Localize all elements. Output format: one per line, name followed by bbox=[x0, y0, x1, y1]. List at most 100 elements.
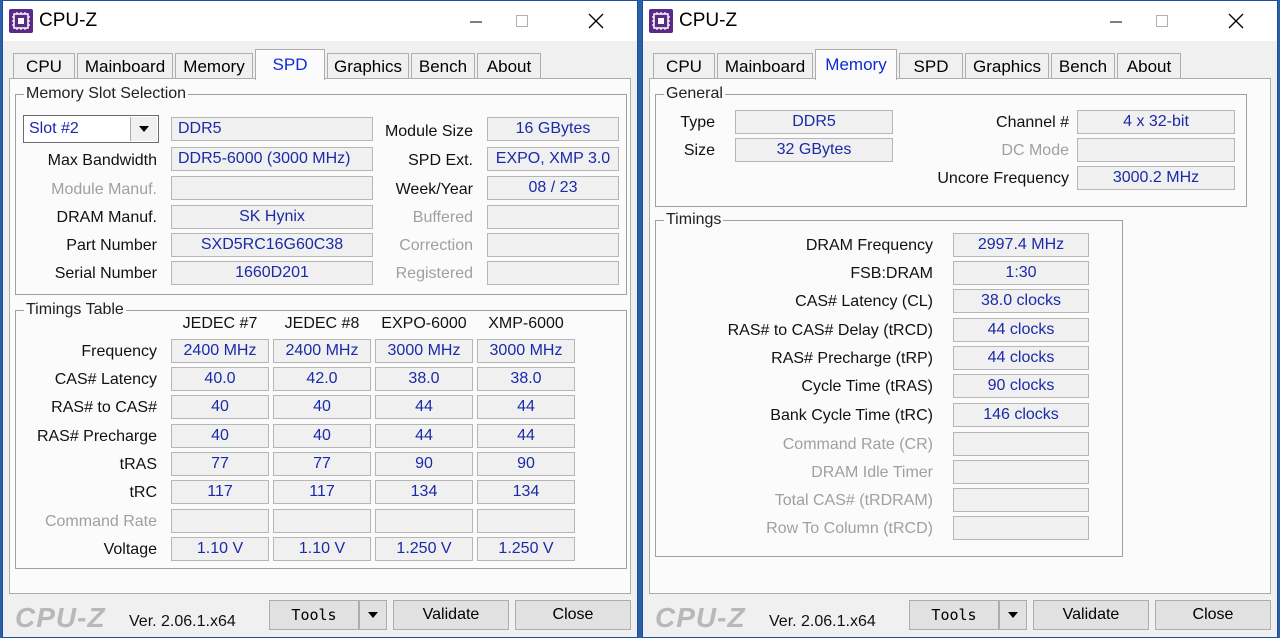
tab-bench[interactable]: Bench bbox=[411, 53, 475, 79]
timing-label: Bank Cycle Time (tRC) bbox=[770, 407, 933, 424]
timings-cell bbox=[375, 509, 473, 533]
timing-label: Total CAS# (tRDRAM) bbox=[774, 492, 933, 509]
tab-mainboard[interactable]: Mainboard bbox=[717, 53, 813, 79]
timings-cell bbox=[273, 509, 371, 533]
tab-cpu[interactable]: CPU bbox=[653, 53, 715, 79]
timings-cell bbox=[171, 509, 269, 533]
group-legend: General bbox=[666, 85, 723, 102]
minimize-icon bbox=[470, 21, 482, 23]
tools-dropdown-button[interactable] bbox=[359, 600, 387, 630]
timings-cell: 1.10 V bbox=[273, 537, 371, 561]
timing-label: DRAM Idle Timer bbox=[811, 464, 933, 481]
timing-value: 2997.4 MHz bbox=[953, 233, 1089, 257]
chevron-down-icon bbox=[368, 612, 378, 618]
timings-cell: 90 bbox=[375, 452, 473, 476]
timing-value: 90 clocks bbox=[953, 374, 1089, 398]
close-window-button[interactable] bbox=[573, 1, 619, 41]
timings-cell: 2400 MHz bbox=[273, 339, 371, 363]
module-size-value: 16 GBytes bbox=[487, 117, 619, 141]
tab-memory[interactable]: Memory bbox=[815, 49, 897, 80]
maximize-button[interactable] bbox=[499, 1, 545, 41]
timings-row-label: CAS# Latency bbox=[54, 371, 157, 388]
tools-button[interactable]: Tools bbox=[269, 600, 359, 630]
timings-cell bbox=[477, 509, 575, 533]
group-legend: Timings Table bbox=[26, 301, 124, 318]
cpuz-window-memory: CPU-Z CPU Mainboard Memory SPD Graphics … bbox=[642, 0, 1278, 638]
timing-label: DRAM Frequency bbox=[805, 237, 933, 254]
timing-label: Row To Column (tRCD) bbox=[766, 520, 933, 537]
close-window-button[interactable] bbox=[1213, 1, 1259, 41]
maximize-button[interactable] bbox=[1139, 1, 1185, 41]
timings-cell: 77 bbox=[171, 452, 269, 476]
close-button[interactable]: Close bbox=[515, 600, 631, 630]
slot-select[interactable]: Slot #2 bbox=[23, 115, 159, 143]
buffered-label: Buffered bbox=[412, 209, 473, 226]
timings-row-label: Command Rate bbox=[44, 513, 157, 530]
tab-graphics[interactable]: Graphics bbox=[327, 53, 409, 79]
timing-value: 44 clocks bbox=[953, 346, 1089, 370]
timings-cell: 44 bbox=[375, 424, 473, 448]
timing-label: RAS# to CAS# Delay (tRCD) bbox=[727, 322, 933, 339]
bottom-bar: CPU-Z Ver. 2.06.1.x64 Tools Validate Clo… bbox=[3, 594, 637, 637]
tab-cpu[interactable]: CPU bbox=[13, 53, 75, 79]
timings-cell: 1.250 V bbox=[375, 537, 473, 561]
spd-ext-label: SPD Ext. bbox=[408, 152, 473, 169]
tab-graphics[interactable]: Graphics bbox=[965, 53, 1049, 79]
timings-cell: 77 bbox=[273, 452, 371, 476]
correction-label: Correction bbox=[399, 237, 473, 254]
window-title: CPU-Z bbox=[39, 10, 98, 31]
tab-mainboard[interactable]: Mainboard bbox=[77, 53, 173, 79]
dram-manuf-value: SK Hynix bbox=[171, 205, 373, 229]
timing-value bbox=[953, 488, 1089, 512]
timings-cell: 2400 MHz bbox=[171, 339, 269, 363]
close-icon bbox=[588, 13, 604, 29]
week-year-value: 08 / 23 bbox=[487, 176, 619, 200]
part-number-value: SXD5RC16G60C38 bbox=[171, 233, 373, 257]
channel-value: 4 x 32-bit bbox=[1077, 110, 1235, 134]
timing-value bbox=[953, 432, 1089, 456]
tab-spd[interactable]: SPD bbox=[899, 53, 963, 79]
minimize-button[interactable] bbox=[1093, 1, 1139, 41]
timings-cell: 3000 MHz bbox=[477, 339, 575, 363]
tools-button[interactable]: Tools bbox=[909, 600, 999, 630]
close-button[interactable]: Close bbox=[1155, 600, 1271, 630]
chevron-down-icon[interactable] bbox=[130, 117, 157, 141]
validate-button[interactable]: Validate bbox=[1033, 600, 1149, 630]
timings-row-label: Voltage bbox=[103, 541, 157, 558]
validate-button[interactable]: Validate bbox=[393, 600, 509, 630]
spd-ext-value: EXPO, XMP 3.0 bbox=[487, 147, 619, 171]
tab-bench[interactable]: Bench bbox=[1051, 53, 1115, 79]
tools-dropdown-button[interactable] bbox=[999, 600, 1027, 630]
version-label: Ver. 2.06.1.x64 bbox=[769, 613, 876, 630]
title-bar[interactable]: CPU-Z bbox=[643, 1, 1277, 41]
timings-cell: 40 bbox=[171, 424, 269, 448]
timings-cell: 117 bbox=[171, 480, 269, 504]
dc-mode-label: DC Mode bbox=[1001, 142, 1069, 159]
timings-row-label: Frequency bbox=[81, 343, 157, 360]
tab-about[interactable]: About bbox=[1117, 53, 1181, 79]
timings-cell: 134 bbox=[375, 480, 473, 504]
timings-cell: 1.10 V bbox=[171, 537, 269, 561]
minimize-button[interactable] bbox=[453, 1, 499, 41]
timings-column-header: JEDEC #7 bbox=[182, 315, 258, 332]
tab-memory[interactable]: Memory bbox=[175, 53, 253, 79]
timings-cell: 44 bbox=[477, 424, 575, 448]
timings-row-label: RAS# Precharge bbox=[36, 428, 157, 445]
close-icon bbox=[1228, 13, 1244, 29]
timing-label: RAS# Precharge (tRP) bbox=[771, 350, 933, 367]
timings-cell: 42.0 bbox=[273, 367, 371, 391]
timings-cell: 134 bbox=[477, 480, 575, 504]
title-bar[interactable]: CPU-Z bbox=[3, 1, 637, 41]
tab-about[interactable]: About bbox=[477, 53, 541, 79]
max-bandwidth-value: DDR5-6000 (3000 MHz) bbox=[171, 147, 373, 171]
uncore-frequency-value: 3000.2 MHz bbox=[1077, 166, 1235, 190]
timings-cell: 38.0 bbox=[477, 367, 575, 391]
tab-spd[interactable]: SPD bbox=[255, 49, 325, 80]
timings-column-header: EXPO-6000 bbox=[381, 315, 467, 332]
timing-value bbox=[953, 460, 1089, 484]
maximize-icon bbox=[1156, 15, 1168, 27]
correction-value bbox=[487, 233, 619, 257]
cpuz-window-spd: CPU-Z CPU Mainboard Memory SPD Graphics … bbox=[2, 0, 638, 638]
cpuz-app-icon bbox=[649, 9, 673, 33]
timings-cell: 90 bbox=[477, 452, 575, 476]
